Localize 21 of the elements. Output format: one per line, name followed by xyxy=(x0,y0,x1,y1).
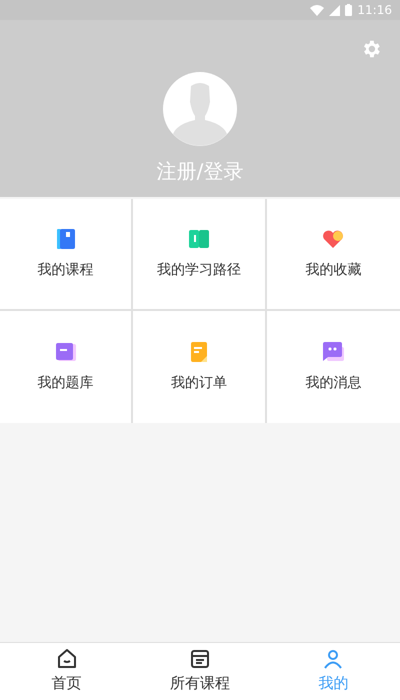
list-icon xyxy=(188,648,211,670)
nav-tab[interactable]: 首页 xyxy=(0,643,134,700)
avatar[interactable] xyxy=(163,72,237,146)
open-book-icon xyxy=(188,228,210,250)
menu-tile[interactable]: 我的课程 xyxy=(0,199,134,311)
signal-icon xyxy=(329,4,340,16)
status-time: 11:16 xyxy=(357,2,392,19)
home-icon xyxy=(56,648,78,670)
menu-tile[interactable]: 我的收藏 xyxy=(266,199,400,311)
menu-tile[interactable]: 我的学习路径 xyxy=(133,199,267,311)
book-icon xyxy=(54,340,77,362)
nav-tab[interactable]: 所有课程 xyxy=(133,643,267,700)
book-icon xyxy=(54,228,77,250)
wifi-icon xyxy=(310,4,324,16)
heart-icon xyxy=(322,228,344,250)
menu-tile[interactable]: 我的消息 xyxy=(266,311,400,423)
chat-icon xyxy=(322,340,344,362)
battery-icon xyxy=(345,4,352,16)
menu-tile[interactable]: 我的订单 xyxy=(133,311,267,423)
menu-tile[interactable]: 我的题库 xyxy=(0,311,134,423)
person-icon xyxy=(322,648,344,670)
